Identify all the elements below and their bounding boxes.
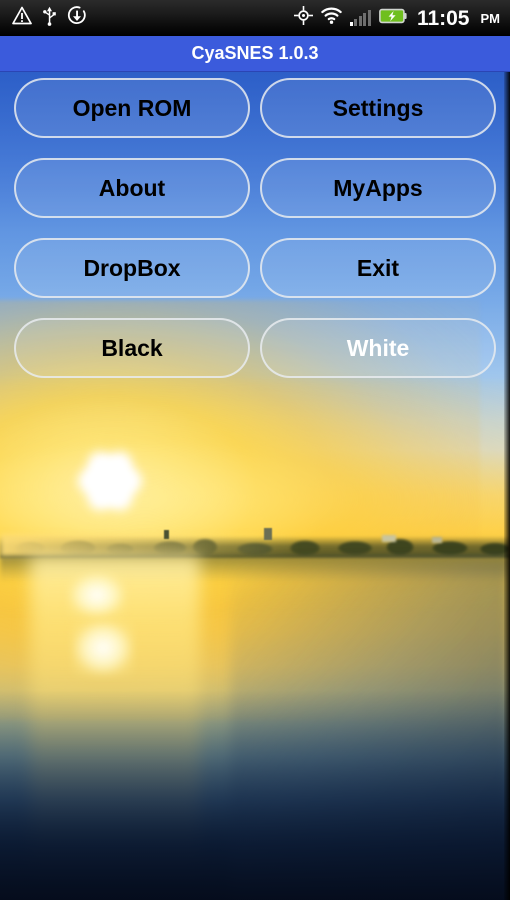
water-highlight-1 (68, 572, 126, 618)
myapps-button[interactable]: MyApps (260, 158, 496, 218)
horizon-building-3 (382, 535, 396, 542)
status-bar-clock: 11:05 (416, 6, 470, 30)
dropbox-button[interactable]: DropBox (14, 238, 250, 298)
phone-screen: 11:05 PM CyaSNES 1.0.3 Open ROM Settings… (0, 0, 510, 900)
exit-button[interactable]: Exit (260, 238, 496, 298)
status-bar-notifications[interactable] (0, 5, 87, 31)
black-button[interactable]: Black (14, 318, 250, 378)
status-bar[interactable]: 11:05 PM (0, 0, 510, 36)
app-title-bar: CyaSNES 1.0.3 (0, 36, 510, 72)
main-menu-button-grid: Open ROM Settings About MyApps DropBox E… (0, 78, 510, 378)
white-button[interactable]: White (260, 318, 496, 378)
open-rom-button[interactable]: Open ROM (14, 78, 250, 138)
horizon-building-2 (264, 528, 272, 540)
status-bar-system[interactable]: 11:05 PM (293, 6, 510, 30)
horizon-haze (0, 534, 300, 558)
horizon-building-4 (432, 537, 442, 543)
about-button[interactable]: About (14, 158, 250, 218)
warning-triangle-icon (12, 6, 32, 30)
horizon-building-1 (164, 530, 169, 539)
battery-charging-icon (379, 8, 407, 29)
usb-icon (42, 6, 57, 31)
status-bar-ampm: PM (480, 10, 501, 26)
water-deep-bottom (0, 690, 510, 900)
settings-button[interactable]: Settings (260, 78, 496, 138)
download-sync-icon (67, 5, 87, 31)
gps-crosshair-icon (293, 6, 313, 30)
cellular-signal-icon (349, 10, 371, 26)
water-highlight-2 (72, 620, 134, 676)
wifi-icon (321, 7, 342, 29)
sun-starburst-icon (72, 443, 148, 519)
page-title: CyaSNES 1.0.3 (191, 43, 319, 63)
